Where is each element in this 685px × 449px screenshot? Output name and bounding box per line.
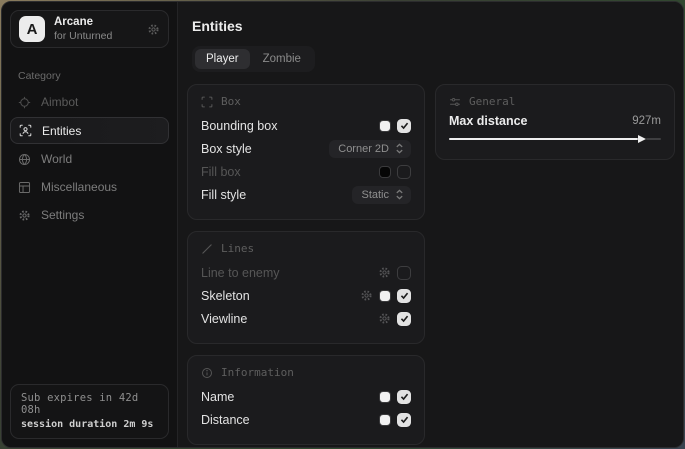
grid-icon [18, 181, 31, 194]
setting-label: Fill box [201, 165, 379, 179]
gear-icon [18, 209, 31, 222]
main-area: Entities Player Zombie Box [178, 2, 684, 447]
setting-label: Skeleton [201, 289, 360, 303]
setting-row-box-style: Box style Corner 2D [201, 137, 411, 160]
fill-style-dropdown[interactable]: Static [352, 186, 411, 204]
slider-fill [449, 138, 638, 140]
entity-tabs: Player Zombie [192, 46, 315, 72]
checkbox-checked[interactable] [397, 413, 411, 427]
sidebar-item-label: World [41, 152, 72, 166]
session-duration-text: session duration 2m 9s [21, 419, 158, 430]
setting-label: Line to enemy [201, 266, 378, 280]
app-title: Arcane [54, 16, 138, 29]
setting-row-max-distance: Max distance 927m [449, 114, 661, 128]
lines-section: Lines Line to enemy [187, 231, 425, 344]
sidebar: A Arcane for Unturned Category A [2, 2, 178, 447]
scan-brackets-icon [201, 96, 213, 108]
gear-icon[interactable] [360, 289, 373, 302]
app-subtitle: for Unturned [54, 30, 138, 42]
crosshair-icon [18, 96, 31, 109]
dropdown-value: Corner 2D [338, 143, 389, 155]
checkbox-checked[interactable] [397, 312, 411, 326]
app-window: A Arcane for Unturned Category A [1, 1, 684, 448]
color-swatch[interactable] [379, 290, 391, 302]
content: Box Bounding box Box style [178, 72, 684, 445]
setting-row-fill-box: Fill box [201, 160, 411, 183]
chevron-up-down-icon [395, 143, 404, 154]
gear-icon[interactable] [378, 312, 391, 325]
section-title: Information [221, 366, 294, 379]
color-swatch[interactable] [379, 166, 391, 178]
sidebar-item-miscellaneous[interactable]: Miscellaneous [2, 173, 177, 201]
subscription-info-card: Sub expires in 42d 08h session duration … [10, 384, 169, 439]
sub-expiry-text: Sub expires in 42d 08h [21, 392, 158, 416]
setting-label: Distance [201, 413, 379, 427]
checkbox-unchecked[interactable] [397, 266, 411, 280]
setting-label: Bounding box [201, 119, 379, 133]
setting-row-fill-style: Fill style Static [201, 183, 411, 206]
box-style-dropdown[interactable]: Corner 2D [329, 140, 411, 158]
chevron-up-down-icon [395, 189, 404, 200]
section-title: Lines [221, 242, 254, 255]
general-section: General Max distance 927m [435, 84, 675, 160]
globe-icon [18, 153, 31, 166]
info-circle-icon [201, 367, 213, 379]
color-swatch[interactable] [379, 391, 391, 403]
setting-row-name: Name [201, 385, 411, 408]
color-swatch[interactable] [379, 414, 391, 426]
diagonal-line-icon [201, 243, 213, 255]
setting-label: Name [201, 390, 379, 404]
sidebar-item-world[interactable]: World [2, 145, 177, 173]
setting-row-distance: Distance [201, 408, 411, 431]
slider-label: Max distance [449, 114, 632, 128]
section-title: General [469, 95, 515, 108]
setting-row-bounding-box: Bounding box [201, 114, 411, 137]
category-label: Category [18, 70, 161, 82]
setting-label: Fill style [201, 188, 352, 202]
slider-rest [646, 138, 661, 140]
dropdown-value: Static [361, 189, 389, 201]
sidebar-item-settings[interactable]: Settings [2, 201, 177, 229]
person-scan-icon [19, 124, 32, 137]
sidebar-item-label: Miscellaneous [41, 180, 117, 194]
tab-player[interactable]: Player [195, 49, 250, 69]
box-section: Box Bounding box Box style [187, 84, 425, 220]
checkbox-unchecked[interactable] [397, 165, 411, 179]
sidebar-item-label: Settings [41, 208, 84, 222]
checkbox-checked[interactable] [397, 119, 411, 133]
app-logo: A [19, 16, 45, 42]
checkbox-checked[interactable] [397, 289, 411, 303]
tab-zombie[interactable]: Zombie [252, 49, 312, 69]
checkbox-checked[interactable] [397, 390, 411, 404]
sliders-icon [449, 96, 461, 108]
slider-value: 927m [632, 115, 661, 127]
setting-row-line-to-enemy: Line to enemy [201, 261, 411, 284]
section-title: Box [221, 95, 241, 108]
page-title: Entities [192, 18, 684, 34]
slider-thumb[interactable] [638, 135, 646, 143]
setting-row-viewline: Viewline [201, 307, 411, 330]
color-swatch[interactable] [379, 120, 391, 132]
max-distance-slider[interactable] [449, 132, 661, 146]
information-section: Information Name Distance [187, 355, 425, 445]
setting-label: Viewline [201, 312, 378, 326]
gear-icon[interactable] [147, 23, 160, 36]
app-logo-card: A Arcane for Unturned [10, 10, 169, 48]
setting-label: Box style [201, 142, 329, 156]
sidebar-item-entities[interactable]: Entities [10, 117, 169, 144]
gear-icon[interactable] [378, 266, 391, 279]
sidebar-nav: Aimbot Entities World [2, 88, 177, 229]
sidebar-item-label: Aimbot [41, 95, 78, 109]
sidebar-item-label: Entities [42, 124, 81, 138]
sidebar-item-aimbot[interactable]: Aimbot [2, 88, 177, 116]
setting-row-skeleton: Skeleton [201, 284, 411, 307]
